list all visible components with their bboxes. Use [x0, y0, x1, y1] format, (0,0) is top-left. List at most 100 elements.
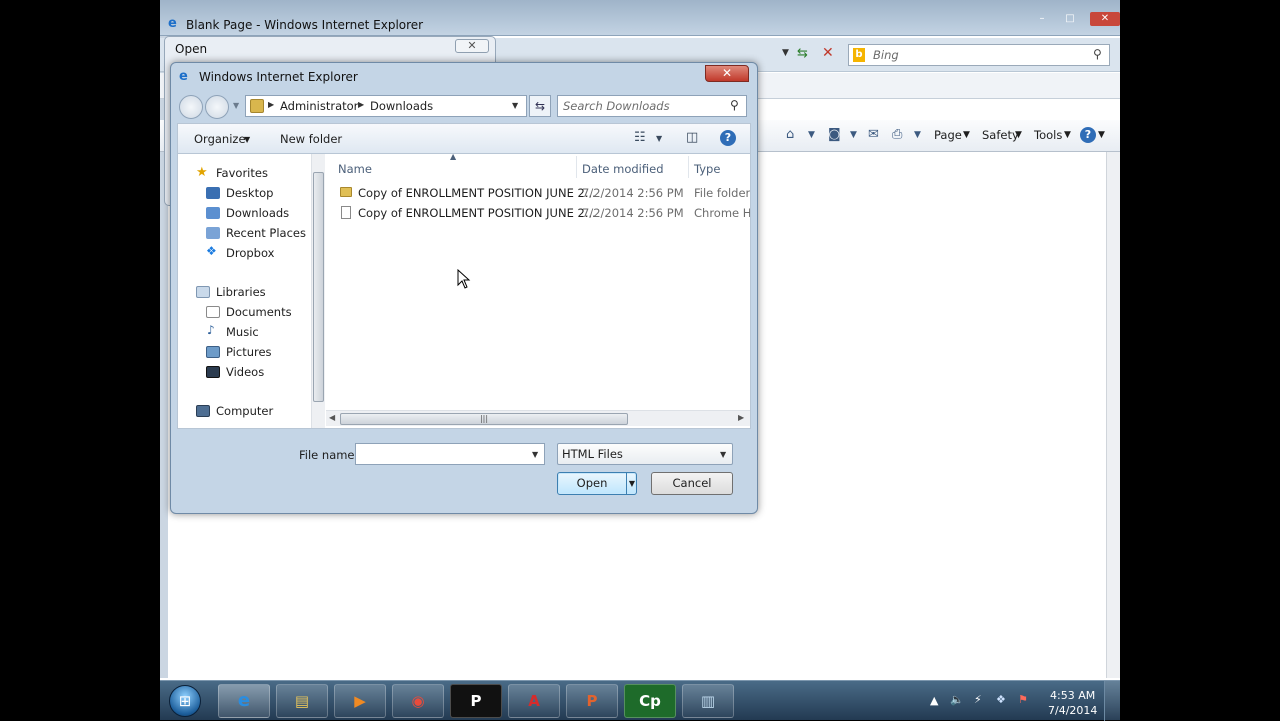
help-dropdown-icon[interactable]: ▼	[1098, 130, 1105, 140]
nav-pane-scrollbar[interactable]	[311, 154, 325, 428]
ie-vertical-scrollbar[interactable]	[1106, 152, 1120, 678]
taskbar-powerpoint[interactable]: P	[566, 684, 618, 718]
breadcrumb-arrow-icon[interactable]: ▶	[358, 100, 364, 109]
feeds-icon[interactable]: ◙	[828, 127, 841, 142]
taskbar-internet-explorer[interactable]: e	[218, 684, 270, 718]
file-name: Copy of ENROLLMENT POSITION JUNE 2...	[358, 206, 596, 220]
tools-dropdown-icon[interactable]: ▼	[1064, 130, 1071, 140]
taskbar-media-player[interactable]: ▶	[334, 684, 386, 718]
feeds-dropdown-icon[interactable]: ▼	[850, 130, 857, 140]
breadcrumb-dropdown-icon[interactable]: ▼	[512, 101, 518, 110]
minimize-icon[interactable]: –	[1030, 12, 1054, 26]
recent-locations-dropdown-icon[interactable]: ▼	[233, 101, 239, 110]
scroll-right-icon[interactable]: ▶	[738, 413, 744, 422]
file-list-horizontal-scrollbar[interactable]: ◀ ||| ▶	[326, 410, 750, 426]
nav-recent-places[interactable]: Recent Places	[226, 226, 306, 240]
h-scroll-thumb[interactable]: |||	[340, 413, 628, 425]
column-type[interactable]: Type	[694, 162, 720, 176]
downloads-icon	[206, 207, 220, 219]
dropbox-tray-icon[interactable]: ❖	[996, 693, 1006, 706]
tools-menu[interactable]: Tools	[1034, 128, 1062, 142]
breadcrumb[interactable]: ▶ Administrator ▶ Downloads ▼	[245, 95, 527, 117]
page-dropdown-icon[interactable]: ▼	[963, 130, 970, 140]
page-menu[interactable]: Page	[934, 128, 962, 142]
preview-pane-icon[interactable]: ◫	[686, 130, 698, 145]
breadcrumb-administrator[interactable]: Administrator	[280, 99, 358, 113]
nav-pictures[interactable]: Pictures	[226, 345, 272, 359]
organize-button[interactable]: Organize	[194, 132, 246, 146]
nav-videos[interactable]: Videos	[226, 365, 264, 379]
ie-close-button[interactable]: ✕	[1090, 12, 1120, 26]
organize-dropdown-icon[interactable]: ▼	[244, 135, 250, 144]
nav-desktop[interactable]: Desktop	[226, 186, 273, 200]
nav-documents[interactable]: Documents	[226, 305, 292, 319]
refresh-button[interactable]: ⇆	[529, 95, 551, 117]
ie-search-box[interactable]: b Bing ⚲	[848, 44, 1110, 66]
action-center-icon[interactable]: ⚑	[1018, 693, 1028, 706]
back-button[interactable]	[179, 95, 203, 119]
nav-favorites[interactable]: Favorites	[216, 166, 268, 180]
taskbar-acrobat[interactable]: A	[508, 684, 560, 718]
nav-scroll-thumb[interactable]	[313, 172, 324, 402]
view-options-icon[interactable]: ☷	[634, 130, 646, 145]
search-downloads-input[interactable]: Search Downloads ⚲	[557, 95, 747, 117]
nav-dropbox[interactable]: Dropbox	[226, 246, 274, 260]
forward-button[interactable]	[205, 95, 229, 119]
help-icon[interactable]: ?	[720, 130, 736, 146]
print-icon[interactable]: ⎙	[892, 127, 902, 142]
scroll-left-icon[interactable]: ◀	[329, 413, 335, 422]
search-icon[interactable]: ⚲	[730, 98, 739, 112]
taskbar-p-app[interactable]: P	[450, 684, 502, 718]
nav-computer[interactable]: Computer	[216, 404, 273, 418]
home-dropdown-icon[interactable]: ▼	[808, 130, 815, 140]
network-icon[interactable]: ⚡	[974, 693, 982, 706]
open-button[interactable]: Open ▼	[557, 472, 637, 495]
ie-help-icon[interactable]: ?	[1080, 127, 1096, 143]
ie-stop-icon[interactable]: ✕	[822, 45, 834, 61]
column-separator[interactable]	[576, 156, 577, 178]
ie-search-placeholder: Bing	[873, 48, 899, 62]
open-split-dropdown-icon[interactable]: ▼	[626, 473, 637, 494]
ie-refresh-icon[interactable]: ⇆	[797, 46, 808, 61]
file-row-folder[interactable]: Copy of ENROLLMENT POSITION JUNE 2... 7/…	[326, 184, 750, 202]
file-type-dropdown-icon[interactable]: ▼	[720, 450, 726, 459]
search-icon[interactable]: ⚲	[1093, 47, 1102, 61]
show-desktop-button[interactable]	[1104, 681, 1120, 721]
taskbar-windows-explorer[interactable]: ▤	[276, 684, 328, 718]
file-type-value: HTML Files	[562, 447, 623, 461]
nav-libraries[interactable]: Libraries	[216, 285, 266, 299]
print-dropdown-icon[interactable]: ▼	[914, 130, 921, 140]
taskbar-chrome[interactable]: ◉	[392, 684, 444, 718]
file-name-dropdown-icon[interactable]: ▼	[532, 450, 538, 459]
volume-icon[interactable]: 🔈	[950, 693, 964, 706]
new-folder-button[interactable]: New folder	[280, 132, 342, 146]
column-name[interactable]: Name	[338, 162, 372, 176]
column-separator[interactable]	[688, 156, 689, 178]
mail-icon[interactable]: ✉	[868, 127, 879, 142]
nav-music[interactable]: Music	[226, 325, 259, 339]
view-dropdown-icon[interactable]: ▼	[656, 134, 662, 143]
open-dialog-close-button[interactable]: ✕	[455, 39, 489, 53]
file-name-input[interactable]	[355, 443, 545, 465]
dialog-close-button[interactable]: ✕	[705, 65, 749, 82]
column-date-modified[interactable]: Date modified	[582, 162, 664, 176]
start-button[interactable]: ⊞	[169, 685, 201, 717]
file-date: 7/2/2014 2:56 PM	[582, 206, 684, 220]
nav-downloads[interactable]: Downloads	[226, 206, 289, 220]
file-row-html[interactable]: Copy of ENROLLMENT POSITION JUNE 2... 7/…	[326, 204, 750, 222]
tray-expand-icon[interactable]: ▲	[930, 694, 938, 707]
html-file-icon	[341, 206, 351, 219]
taskbar-captivate[interactable]: Cp	[624, 684, 676, 718]
safety-menu[interactable]: Safety	[982, 128, 1019, 142]
cancel-button[interactable]: Cancel	[651, 472, 733, 495]
breadcrumb-arrow-icon[interactable]: ▶	[268, 100, 274, 109]
breadcrumb-downloads[interactable]: Downloads	[370, 99, 433, 113]
address-dropdown-icon[interactable]: ▼	[782, 48, 789, 58]
clock-date[interactable]: 7/4/2014	[1048, 704, 1097, 717]
taskbar-notepad[interactable]: ▥	[682, 684, 734, 718]
safety-dropdown-icon[interactable]: ▼	[1015, 130, 1022, 140]
maximize-icon[interactable]: □	[1058, 12, 1082, 26]
file-type-select[interactable]: HTML Files ▼	[557, 443, 733, 465]
home-icon[interactable]: ⌂	[786, 127, 794, 142]
clock-time[interactable]: 4:53 AM	[1050, 689, 1095, 702]
